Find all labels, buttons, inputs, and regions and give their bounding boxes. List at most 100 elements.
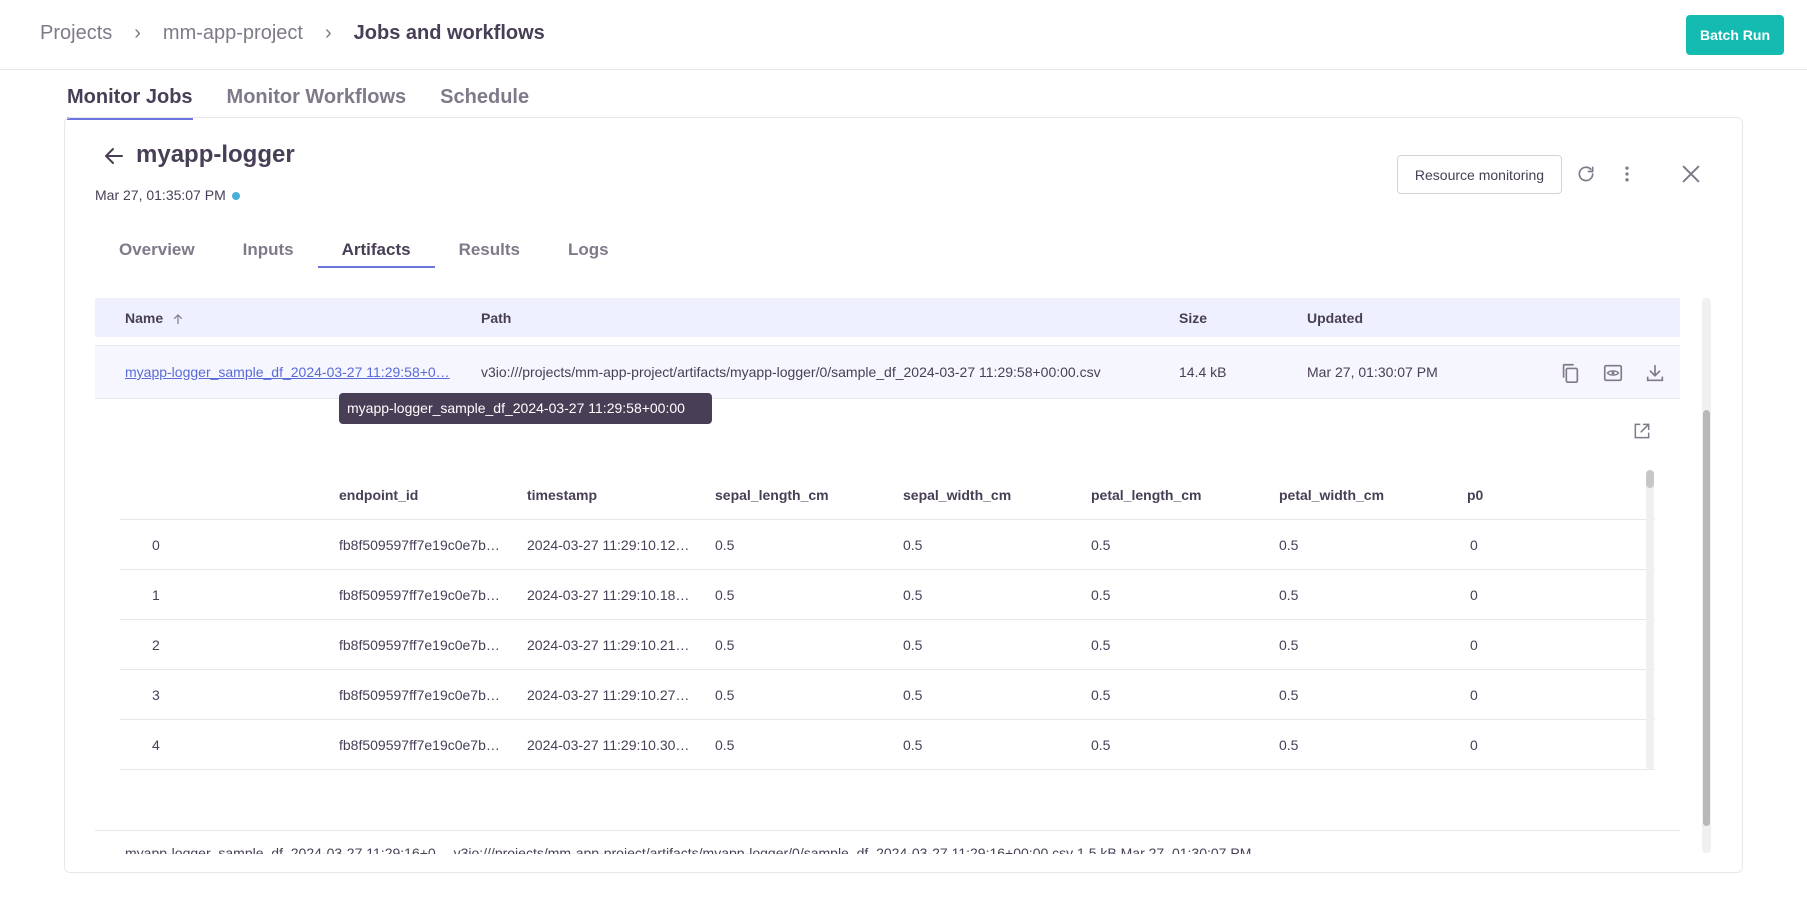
table-cell: 0.5	[715, 687, 735, 703]
column-header-path: Path	[481, 310, 512, 326]
table-cell: 0.5	[1091, 687, 1111, 703]
tab-results[interactable]: Results	[435, 240, 544, 268]
table-cell: 0.5	[715, 537, 735, 553]
artifact-path: v3io:///projects/mm-app-project/artifact…	[481, 364, 1101, 380]
artifact-updated: Mar 27, 01:30:07 PM	[1307, 364, 1438, 380]
column-header-size: Size	[1179, 310, 1208, 326]
chevron-right-icon: ›	[134, 22, 141, 44]
breadcrumb-project[interactable]: mm-app-project	[163, 22, 303, 45]
table-cell: 0.5	[903, 537, 923, 553]
table-row: 1 fb8f509597ff7e19c0e7b… 2024-03-27 11:29:…	[120, 570, 1655, 620]
table-cell: fb8f509597ff7e19c0e7b…	[339, 687, 500, 703]
breadcrumb-current: Jobs and workflows	[353, 22, 545, 44]
table-cell: 0.5	[1279, 537, 1299, 553]
artifact-name-tooltip: myapp-logger_sample_df_2024-03-27 11:29:…	[339, 393, 712, 424]
table-cell: 0.5	[1091, 737, 1111, 753]
table-cell: 2024-03-27 11:29:10.30…	[527, 737, 690, 753]
table-cell: 0	[1470, 687, 1478, 703]
preview-column-header: petal_length_cm	[1091, 487, 1202, 503]
table-cell: 2024-03-27 11:29:10.12…	[527, 537, 690, 553]
table-cell: 0.5	[715, 637, 735, 653]
preview-column-header: sepal_width_cm	[903, 487, 1012, 503]
row-index: 0	[152, 537, 160, 553]
table-cell: 0	[1470, 587, 1478, 603]
main-tabs: Monitor Jobs Monitor Workflows Schedule	[67, 86, 563, 120]
table-cell: fb8f509597ff7e19c0e7b…	[339, 537, 500, 553]
artifacts-table-header: Name Path Size Updated	[95, 298, 1680, 337]
preview-eye-icon[interactable]	[1601, 361, 1625, 385]
status-dot	[231, 192, 240, 201]
batch-run-button[interactable]: Batch Run	[1686, 15, 1784, 55]
tab-monitor-jobs[interactable]: Monitor Jobs	[67, 86, 193, 120]
table-cell: 0.5	[903, 637, 923, 653]
copy-icon[interactable]	[1558, 361, 1582, 385]
preview-column-header: petal_width_cm	[1279, 487, 1385, 503]
table-row[interactable]: myapp-logger_sample_df_2024-03-27 11:29:…	[95, 345, 1680, 399]
column-header-updated: Updated	[1307, 310, 1363, 326]
table-cell: 0	[1470, 637, 1478, 653]
table-cell: 0	[1470, 737, 1478, 753]
tab-logs[interactable]: Logs	[544, 240, 633, 268]
panel-scrollbar-thumb[interactable]	[1703, 410, 1710, 826]
preview-scrollbar-thumb[interactable]	[1646, 470, 1654, 488]
row-index: 2	[152, 637, 160, 653]
column-header-name[interactable]: Name	[125, 310, 185, 326]
more-vertical-icon[interactable]	[1615, 162, 1639, 186]
table-row: 0 fb8f509597ff7e19c0e7b… 2024-03-27 11:29:…	[120, 520, 1655, 570]
table-cell: 0.5	[1279, 737, 1299, 753]
detail-tabs: Overview Inputs Artifacts Results Logs	[95, 240, 633, 268]
refresh-icon[interactable]	[1574, 162, 1598, 186]
column-name-label: Name	[125, 310, 164, 326]
table-row: 2 fb8f509597ff7e19c0e7b… 2024-03-27 11:29:…	[120, 620, 1655, 670]
job-date-text: Mar 27, 01:35:07 PM	[95, 187, 226, 203]
download-icon[interactable]	[1643, 361, 1667, 385]
artifact-size: 14.4 kB	[1179, 364, 1227, 380]
table-cell: 0.5	[1279, 637, 1299, 653]
table-cell: 0.5	[1279, 687, 1299, 703]
tab-monitor-workflows[interactable]: Monitor Workflows	[227, 86, 407, 120]
table-cell: fb8f509597ff7e19c0e7b…	[339, 737, 500, 753]
table-cell: 0.5	[903, 587, 923, 603]
table-row: 4 fb8f509597ff7e19c0e7b… 2024-03-27 11:29:…	[120, 720, 1655, 770]
table-cell: fb8f509597ff7e19c0e7b…	[339, 587, 500, 603]
top-bar: Projects › mm-app-project › Jobs and wor…	[0, 0, 1807, 70]
table-cell: 0.5	[1091, 637, 1111, 653]
artifact-preview-table: endpoint_id timestamp sepal_length_cm se…	[120, 470, 1655, 770]
table-cell: 2024-03-27 11:29:10.27…	[527, 687, 690, 703]
table-cell: 0.5	[715, 737, 735, 753]
sort-arrow-up-icon[interactable]	[171, 312, 185, 326]
table-cell: 0.5	[903, 687, 923, 703]
close-icon[interactable]	[1679, 162, 1703, 186]
chevron-right-icon: ›	[324, 22, 332, 44]
table-cell: 0.5	[1279, 587, 1299, 603]
partial-row-text: myapp-logger_sample_df_2024-03-27 11:29:…	[125, 845, 1252, 854]
preview-column-header: timestamp	[527, 487, 598, 503]
table-cell: 0.5	[715, 587, 735, 603]
table-cell: 0	[1470, 537, 1478, 553]
back-arrow-icon[interactable]	[102, 144, 126, 168]
breadcrumb: Projects › mm-app-project › Jobs and wor…	[40, 22, 545, 45]
table-row[interactable]: myapp-logger_sample_df_2024-03-27 11:29:…	[95, 830, 1680, 854]
popout-icon[interactable]	[1632, 421, 1652, 441]
tab-overview[interactable]: Overview	[95, 240, 219, 268]
row-index: 4	[152, 737, 160, 753]
table-cell: fb8f509597ff7e19c0e7b…	[339, 637, 500, 653]
preview-column-header: p0	[1467, 487, 1484, 503]
table-cell: 2024-03-27 11:29:10.21…	[527, 637, 690, 653]
resource-monitoring-button[interactable]: Resource monitoring	[1397, 155, 1562, 194]
tab-schedule[interactable]: Schedule	[440, 86, 529, 120]
preview-column-header: sepal_length_cm	[715, 487, 829, 503]
tab-artifacts[interactable]: Artifacts	[317, 240, 435, 268]
row-index: 1	[152, 587, 160, 603]
artifact-name-link[interactable]: myapp-logger_sample_df_2024-03-27 11:29:…	[125, 364, 450, 380]
preview-table-header: endpoint_id timestamp sepal_length_cm se…	[120, 470, 1655, 520]
job-date: Mar 27, 01:35:07 PM	[95, 187, 240, 203]
table-cell: 0.5	[1091, 587, 1111, 603]
row-index: 3	[152, 687, 160, 703]
job-title: myapp-logger	[136, 141, 295, 168]
preview-scrollbar[interactable]	[1646, 470, 1654, 770]
table-row: 3 fb8f509597ff7e19c0e7b… 2024-03-27 11:29:…	[120, 670, 1655, 720]
tab-inputs[interactable]: Inputs	[219, 240, 318, 268]
preview-column-header: endpoint_id	[339, 487, 419, 503]
breadcrumb-projects[interactable]: Projects	[40, 22, 112, 45]
